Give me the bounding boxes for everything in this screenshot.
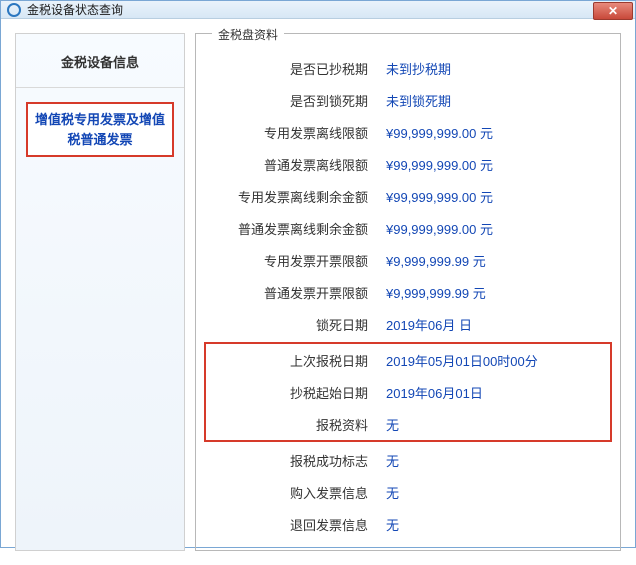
info-row: 普通发票离线剩余金额 ¥99,999,999.00 元 [206, 212, 610, 244]
info-row: 锁死日期 2019年06月 日 [206, 308, 610, 340]
info-row: 专用发票离线限额 ¥99,999,999.00 元 [206, 116, 610, 148]
info-row: 报税资料 无 [206, 408, 610, 440]
row-value: ¥99,999,999.00 元 [386, 155, 493, 174]
highlighted-group: 上次报税日期 2019年05月01日00时00分 抄税起始日期 2019年06月… [204, 342, 612, 442]
info-row: 专用发票离线剩余金额 ¥99,999,999.00 元 [206, 180, 610, 212]
row-label: 退回发票信息 [206, 515, 386, 534]
row-label: 普通发票离线剩余金额 [206, 219, 386, 238]
row-value: 无 [386, 451, 399, 470]
row-label: 上次报税日期 [206, 351, 386, 370]
row-label: 购入发票信息 [206, 483, 386, 502]
row-value: 未到抄税期 [386, 59, 451, 78]
info-row: 普通发票开票限额 ¥9,999,999.99 元 [206, 276, 610, 308]
row-value: ¥99,999,999.00 元 [386, 123, 493, 142]
info-row: 专用发票开票限额 ¥9,999,999.99 元 [206, 244, 610, 276]
row-label: 普通发票离线限额 [206, 155, 386, 174]
info-row: 报税成功标志 无 [206, 444, 610, 476]
row-value: 无 [386, 415, 399, 434]
row-label: 专用发票开票限额 [206, 251, 386, 270]
left-header: 金税设备信息 [16, 34, 184, 88]
right-pane: 金税盘资料 是否已抄税期 未到抄税期 是否到锁死期 未到锁死期 专用发票离线限额… [195, 33, 621, 551]
row-value: ¥99,999,999.00 元 [386, 187, 493, 206]
row-label: 专用发票离线剩余金额 [206, 187, 386, 206]
row-label: 锁死日期 [206, 315, 386, 334]
app-icon [7, 3, 21, 17]
row-label: 报税资料 [206, 415, 386, 434]
fieldset-legend: 金税盘资料 [212, 26, 284, 43]
info-row: 上次报税日期 2019年05月01日00时00分 [206, 344, 610, 376]
row-label: 抄税起始日期 [206, 383, 386, 402]
info-row: 普通发票离线限额 ¥99,999,999.00 元 [206, 148, 610, 180]
row-label: 普通发票开票限额 [206, 283, 386, 302]
info-row: 退回发票信息 无 [206, 508, 610, 540]
row-value: 2019年06月01日 [386, 383, 483, 402]
info-row: 购入发票信息 无 [206, 476, 610, 508]
invoice-type-item[interactable]: 增值税专用发票及增值税普通发票 [26, 102, 174, 157]
row-label: 是否到锁死期 [206, 91, 386, 110]
body: 金税设备信息 增值税专用发票及增值税普通发票 金税盘资料 是否已抄税期 未到抄税… [1, 19, 635, 565]
row-label: 是否已抄税期 [206, 59, 386, 78]
window-title: 金税设备状态查询 [27, 1, 123, 18]
row-value: 2019年06月 日 [386, 315, 472, 334]
left-pane: 金税设备信息 增值税专用发票及增值税普通发票 [15, 33, 185, 551]
info-row: 是否到锁死期 未到锁死期 [206, 84, 610, 116]
info-row: 是否已抄税期 未到抄税期 [206, 52, 610, 84]
row-value: 无 [386, 483, 399, 502]
titlebar[interactable]: 金税设备状态查询 ✕ [1, 1, 635, 19]
close-button[interactable]: ✕ [593, 2, 633, 20]
row-value: 无 [386, 515, 399, 534]
close-icon: ✕ [608, 5, 618, 17]
row-label: 报税成功标志 [206, 451, 386, 470]
row-label: 专用发票离线限额 [206, 123, 386, 142]
row-value: 未到锁死期 [386, 91, 451, 110]
row-value: ¥99,999,999.00 元 [386, 219, 493, 238]
row-value: ¥9,999,999.99 元 [386, 283, 486, 302]
info-fieldset: 金税盘资料 是否已抄税期 未到抄税期 是否到锁死期 未到锁死期 专用发票离线限额… [195, 33, 621, 551]
row-value: 2019年05月01日00时00分 [386, 351, 538, 370]
info-row: 抄税起始日期 2019年06月01日 [206, 376, 610, 408]
rows-container: 是否已抄税期 未到抄税期 是否到锁死期 未到锁死期 专用发票离线限额 ¥99,9… [206, 52, 610, 540]
row-value: ¥9,999,999.99 元 [386, 251, 486, 270]
window-root: 金税设备状态查询 ✕ 金税设备信息 增值税专用发票及增值税普通发票 金税盘资料 … [0, 0, 636, 548]
